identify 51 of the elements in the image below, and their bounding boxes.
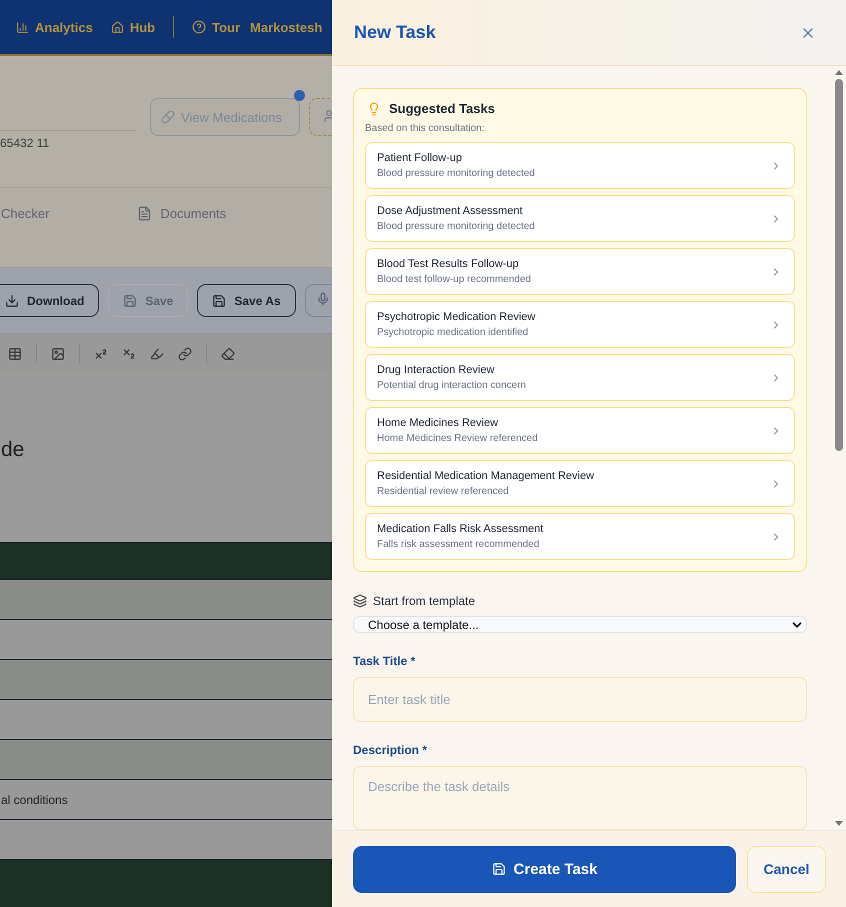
help-icon (192, 20, 206, 34)
suggested-task[interactable]: Home Medicines Review Home Medicines Review referenced (365, 407, 795, 454)
eraser-icon[interactable] (221, 346, 235, 360)
chart-icon (16, 20, 29, 34)
table-cell: al conditions (1, 792, 68, 806)
superscript-icon[interactable] (94, 346, 108, 360)
download-icon (5, 294, 19, 308)
suggestions-subtitle: Based on this consultation: (365, 123, 486, 134)
nav-link[interactable]: Analytics (16, 20, 93, 34)
create-task-button[interactable]: Create Task (353, 846, 736, 892)
lightbulb-icon (367, 102, 381, 116)
save-icon (123, 294, 138, 308)
suggested-task[interactable]: Psychotropic Medication Review Psychotropic medication identified (365, 301, 795, 348)
notification-dot (294, 90, 305, 101)
document-icon (137, 206, 152, 221)
scrollbar-thumb[interactable] (835, 79, 843, 451)
template-select[interactable]: Choose a template... (353, 616, 807, 633)
table-icon[interactable] (8, 346, 22, 360)
layers-icon (353, 594, 367, 608)
pill-icon (161, 110, 175, 124)
nav-link[interactable]: Tour (192, 20, 240, 34)
template-label: Start from template (373, 594, 476, 608)
drawer-title: New Task (354, 22, 436, 43)
suggested-task[interactable]: Patient Follow-up Blood pressure monitoring detected (365, 142, 795, 189)
action-button[interactable]: Save As (197, 284, 296, 317)
reference-number: 65432 11 (0, 136, 50, 150)
nav-link[interactable]: Hub (110, 20, 156, 34)
highlighter-icon[interactable] (150, 346, 164, 360)
suggested-task[interactable]: Residential Medication Management Review Residential review referenced (365, 460, 795, 507)
suggestions-title: Suggested Tasks (389, 101, 495, 116)
suggested-task[interactable]: Dose Adjustment Assessment Blood pressure monitoring detected (365, 195, 795, 242)
suggested-task[interactable]: Medication Falls Risk Assessment Falls risk assessment recommended (365, 513, 795, 560)
home-icon (110, 20, 124, 34)
save-icon (212, 294, 226, 308)
microphone-icon (316, 292, 330, 306)
user-icon (322, 108, 332, 122)
document-heading: de (1, 438, 24, 462)
title-field[interactable]: Enter task title (353, 677, 807, 722)
user-name: Markostesh (250, 20, 322, 34)
suggested-task[interactable]: Drug Interaction Review Potential drug interaction concern (365, 354, 795, 401)
image-icon[interactable] (51, 346, 65, 360)
field-label: Task Title * (353, 654, 416, 668)
field-label: Description * (353, 743, 428, 757)
link-icon[interactable] (178, 346, 192, 360)
subscript-icon[interactable] (122, 346, 136, 360)
save-icon (492, 862, 506, 876)
cancel-button[interactable]: Cancel (747, 846, 826, 892)
microphone-button[interactable] (304, 284, 332, 317)
action-button[interactable]: Download (0, 284, 100, 317)
description-field[interactable]: Describe the task details (353, 766, 807, 830)
suggested-task[interactable]: Blood Test Results Follow-up Blood test follow-up recommended (365, 248, 795, 295)
